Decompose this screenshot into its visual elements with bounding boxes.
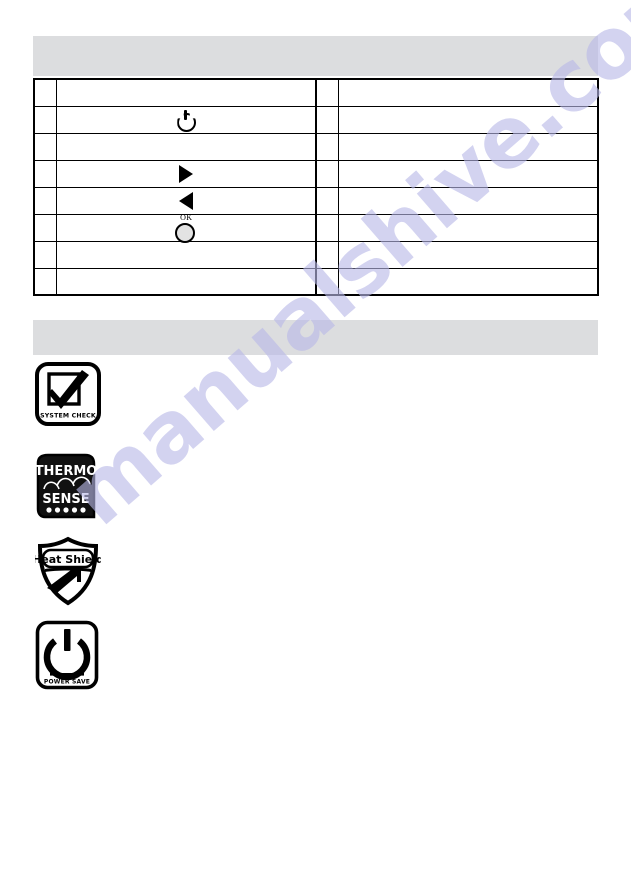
row-desc-left <box>55 240 317 269</box>
row-number-right <box>315 186 339 215</box>
row-desc-right <box>337 186 599 215</box>
table-row <box>33 267 599 296</box>
power-save-badge: POWER SAVE <box>35 620 99 695</box>
row-number-left <box>33 78 57 107</box>
row-desc-right <box>337 105 599 134</box>
section-header-features <box>33 320 598 355</box>
row-number-left <box>33 186 57 215</box>
row-desc-right <box>337 240 599 269</box>
system-check-badge-icon: SYSTEM CHECK <box>35 362 101 426</box>
row-desc-left <box>55 159 317 188</box>
ok-button-label: OK <box>180 212 193 222</box>
right-arrow-icon-cell <box>60 161 313 187</box>
control-reference-table: OK <box>33 78 599 296</box>
thermo-sense-badge-icon: THERMO SENSE <box>35 453 97 519</box>
row-desc-left: OK <box>55 212 317 243</box>
power-save-badge-icon: POWER SAVE <box>35 620 99 690</box>
row-number-right <box>315 213 339 242</box>
row-number-right <box>315 267 339 296</box>
row-number-right <box>315 159 339 188</box>
row-desc-left <box>55 132 317 161</box>
table-row <box>33 132 599 161</box>
row-desc-right <box>337 78 599 107</box>
table-row <box>33 186 599 215</box>
row-number-left <box>33 105 57 134</box>
heat-shield-badge-label: Heat Shield <box>35 553 101 566</box>
system-check-badge: SYSTEM CHECK <box>35 362 101 431</box>
power-save-badge-label: POWER SAVE <box>44 679 90 686</box>
ok-button-icon: OK <box>169 212 203 243</box>
heat-shield-badge: Heat Shield <box>32 536 104 611</box>
row-number-right <box>315 132 339 161</box>
row-number-right <box>315 240 339 269</box>
right-arrow-icon <box>178 164 193 183</box>
row-number-right <box>315 78 339 107</box>
ok-button-icon-cell: OK <box>60 212 313 243</box>
row-number-left <box>33 213 57 242</box>
table-row: OK <box>33 212 599 243</box>
row-desc-right <box>337 213 599 242</box>
system-check-badge-label: SYSTEM CHECK <box>40 413 96 420</box>
row-desc-left <box>55 105 317 134</box>
row-number-left <box>33 240 57 269</box>
document-page: OK SYSTEM CHECK THERMO SENSE Heat Shield… <box>0 0 631 893</box>
row-desc-left <box>55 267 317 296</box>
power-icon-cell <box>60 107 313 133</box>
section-header-features-label <box>33 320 598 338</box>
thermo-sense-badge-label-top: THERMO <box>35 464 97 479</box>
table-row <box>33 159 599 188</box>
row-number-left <box>33 267 57 296</box>
section-header-controls <box>33 36 598 76</box>
power-icon <box>176 110 197 132</box>
row-desc-right <box>337 267 599 296</box>
row-desc-right <box>337 132 599 161</box>
power-icon-bar <box>184 110 188 120</box>
row-desc-right <box>337 159 599 188</box>
row-desc-left <box>55 78 317 107</box>
row-desc-left <box>55 186 317 215</box>
row-number-left <box>33 132 57 161</box>
left-arrow-icon-cell <box>60 188 313 214</box>
table-row <box>33 78 599 107</box>
left-arrow-icon <box>178 191 193 210</box>
ok-button-circle <box>174 222 195 243</box>
thermo-sense-badge: THERMO SENSE <box>35 453 97 524</box>
thermo-sense-badge-label-bottom: SENSE <box>42 492 89 507</box>
row-number-right <box>315 105 339 134</box>
row-number-left <box>33 159 57 188</box>
table-row <box>33 105 599 134</box>
table-row <box>33 240 599 269</box>
heat-shield-badge-icon: Heat Shield <box>32 536 104 606</box>
section-header-controls-label <box>33 36 598 54</box>
